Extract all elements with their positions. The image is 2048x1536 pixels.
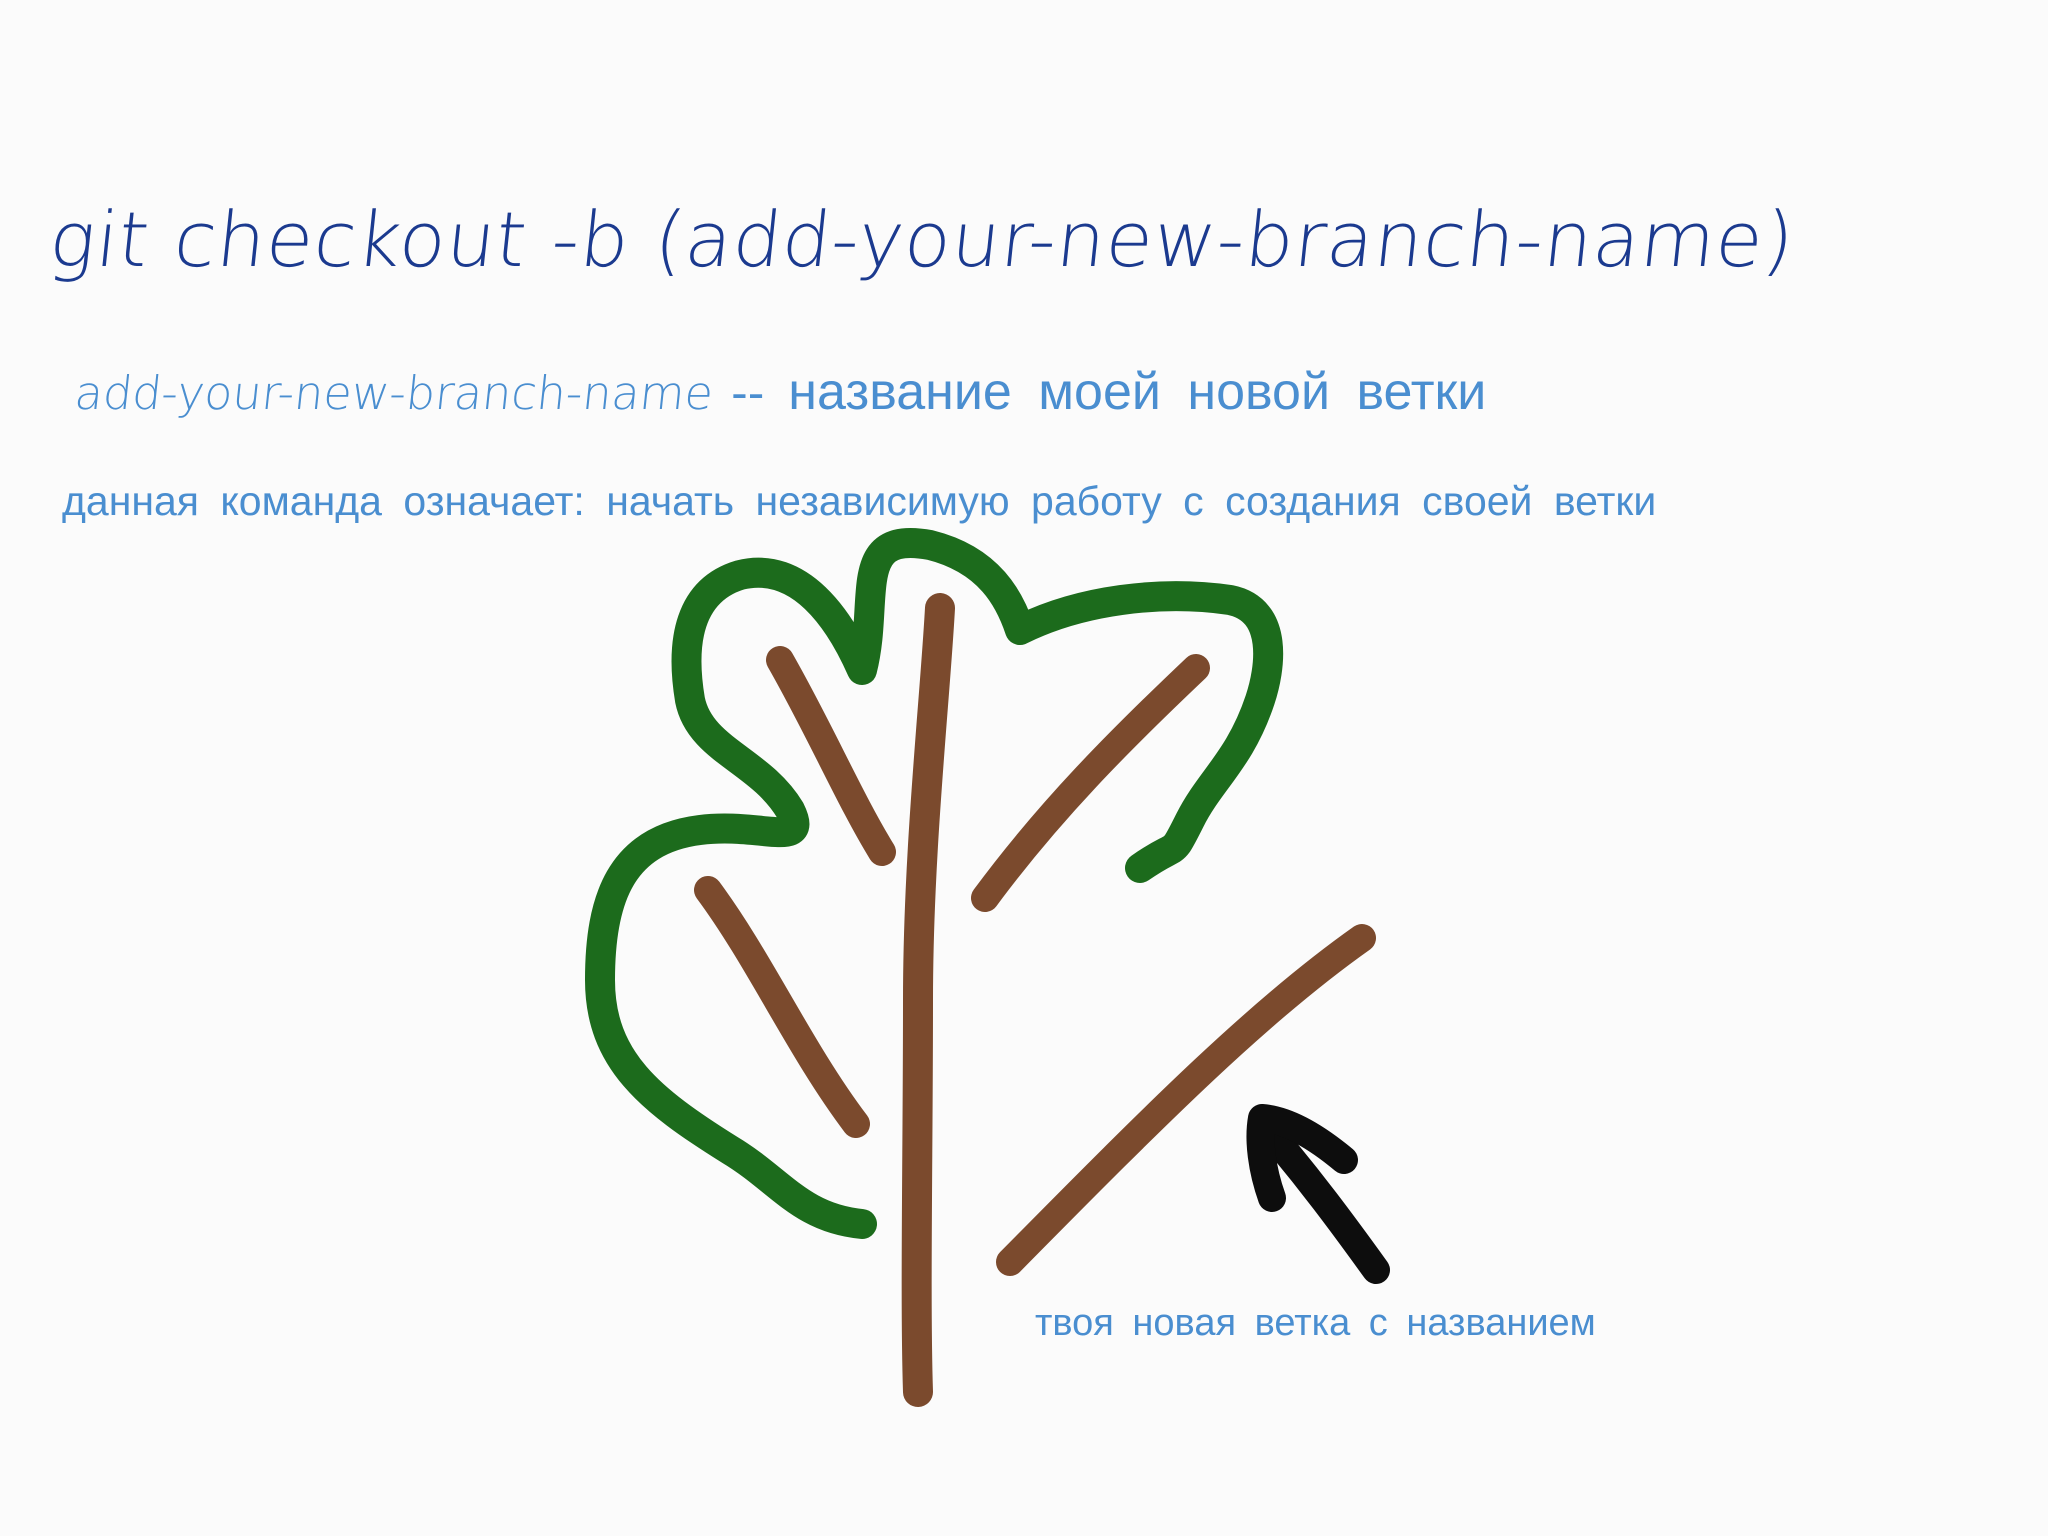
tree-drawing	[585, 528, 1390, 1407]
arrow-icon	[1246, 1104, 1390, 1284]
branch-new	[996, 924, 1376, 1276]
new-branch-caption: твоя новая ветка с названием	[1035, 1302, 1596, 1344]
branch-lower-left	[694, 876, 870, 1138]
tree-trunk	[901, 593, 955, 1407]
